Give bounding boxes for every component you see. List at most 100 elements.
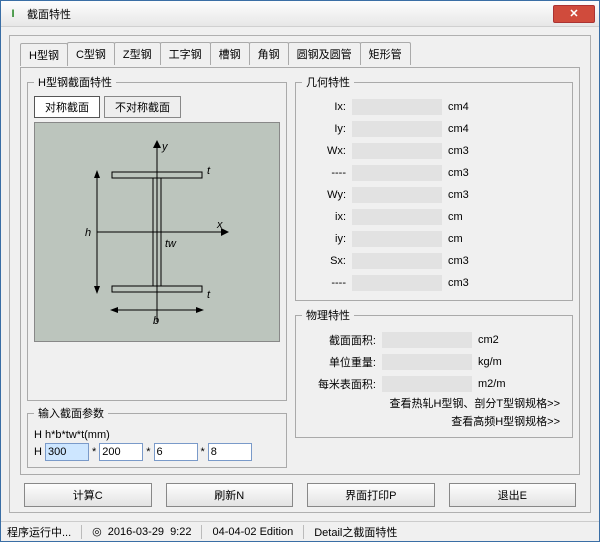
tab-content: H型钢截面特性 对称截面 不对称截面 y	[20, 67, 580, 475]
main-panel: H型钢 C型钢 Z型钢 工字钢 槽钢 角钢 圆钢及圆管 矩形管 H型钢截面特性 …	[9, 35, 591, 513]
geo-unit: cm4	[448, 101, 488, 113]
symmetric-button[interactable]: 对称截面	[34, 96, 100, 118]
param-h-input[interactable]	[45, 443, 89, 461]
geo-value	[352, 99, 442, 115]
geo-value	[352, 121, 442, 137]
geo-label: Wx:	[302, 145, 352, 157]
svg-text:y: y	[161, 141, 169, 153]
status-detail: Detail之截面特性	[314, 524, 397, 540]
tab-channel[interactable]: 槽钢	[210, 42, 250, 65]
window-body: H型钢 C型钢 Z型钢 工字钢 槽钢 角钢 圆钢及圆管 矩形管 H型钢截面特性 …	[1, 27, 599, 521]
high-freq-link[interactable]: 查看高频H型钢规格>>	[302, 413, 560, 431]
app-window: I 截面特性 ✕ H型钢 C型钢 Z型钢 工字钢 槽钢 角钢 圆钢及圆管 矩形管…	[0, 0, 600, 542]
tab-i-steel[interactable]: 工字钢	[160, 42, 211, 65]
phys-unit: kg/m	[478, 356, 518, 368]
geo-row: Sx: cm3	[302, 250, 566, 272]
geo-row: iy: cm	[302, 228, 566, 250]
param-tw-input[interactable]	[154, 443, 198, 461]
svg-text:h: h	[85, 227, 91, 239]
clock-icon: ◎	[92, 525, 102, 538]
param-formula: H h*b*tw*t(mm)	[34, 429, 280, 441]
geo-unit: cm3	[448, 189, 488, 201]
section-group-label: H型钢截面特性	[34, 74, 116, 90]
tab-h-steel[interactable]: H型钢	[20, 43, 68, 66]
section-tabs: H型钢 C型钢 Z型钢 工字钢 槽钢 角钢 圆钢及圆管 矩形管	[20, 42, 580, 65]
geo-value	[352, 275, 442, 291]
svg-text:b: b	[153, 315, 159, 327]
geo-value	[352, 143, 442, 159]
geo-unit: cm3	[448, 145, 488, 157]
param-prefix: H	[34, 446, 42, 458]
geo-unit: cm4	[448, 123, 488, 135]
geo-row: Wx: cm3	[302, 140, 566, 162]
physical-group: 物理特性 截面面积: cm2 单位重量: kg/m 每米表面积:m2/m 查看热轧H型钢…	[295, 307, 573, 438]
phys-row: 单位重量: kg/m	[302, 351, 566, 373]
geometry-group: 几何特性 Ix:cm4Iy:cm4 Wx: cm3 ---- cm3 Wy: cm3 ix: c…	[295, 74, 573, 301]
titlebar: I 截面特性 ✕	[1, 1, 599, 27]
phys-unit: cm2	[478, 334, 518, 346]
param-row: H * * *	[34, 443, 280, 461]
status-bar: 程序运行中... ◎ 2016-03-29 9:22 04-04-02 Edit…	[1, 521, 599, 541]
geo-row: ---- cm3	[302, 272, 566, 294]
symmetry-buttons: 对称截面 不对称截面	[34, 96, 280, 118]
param-t-input[interactable]	[208, 443, 252, 461]
status-edition: 04-04-02 Edition	[212, 526, 293, 538]
geo-row: ix: cm	[302, 206, 566, 228]
phys-label: 单位重量:	[302, 354, 382, 370]
phys-value	[382, 376, 472, 392]
action-buttons: 计算C 刷新N 界面打印P 退出E	[20, 483, 580, 507]
tab-c-steel[interactable]: C型钢	[67, 42, 115, 65]
geo-value	[352, 165, 442, 181]
left-column: H型钢截面特性 对称截面 不对称截面 y	[27, 74, 287, 468]
geo-label: ----	[302, 277, 352, 289]
status-running: 程序运行中...	[7, 524, 71, 540]
param-b-input[interactable]	[99, 443, 143, 461]
phys-row: 每米表面积:m2/m	[302, 373, 566, 395]
h-beam-icon: y x tw t t h	[67, 132, 247, 332]
section-group: H型钢截面特性 对称截面 不对称截面 y	[27, 74, 287, 401]
phys-label: 截面面积:	[302, 332, 382, 348]
geo-row: Iy:cm4	[302, 118, 566, 140]
hot-rolled-link[interactable]: 查看热轧H型钢、剖分T型钢规格>>	[302, 395, 560, 413]
geo-label: Sx:	[302, 255, 352, 267]
geo-label: Wy:	[302, 189, 352, 201]
geo-row: Wy: cm3	[302, 184, 566, 206]
geo-label: iy:	[302, 233, 352, 245]
app-icon: I	[5, 6, 21, 22]
physical-group-label: 物理特性	[302, 307, 354, 323]
close-icon: ✕	[569, 7, 578, 20]
phys-row: 截面面积: cm2	[302, 329, 566, 351]
geo-unit: cm	[448, 233, 488, 245]
svg-text:t: t	[207, 165, 211, 177]
geo-value	[352, 253, 442, 269]
geo-value	[352, 187, 442, 203]
geo-label: ----	[302, 167, 352, 179]
param-group-label: 输入截面参数	[34, 405, 108, 421]
geo-unit: cm3	[448, 167, 488, 179]
window-title: 截面特性	[27, 6, 553, 22]
section-diagram: y x tw t t h	[34, 122, 280, 342]
geo-unit: cm	[448, 211, 488, 223]
phys-value	[382, 354, 472, 370]
refresh-button[interactable]: 刷新N	[166, 483, 294, 507]
geo-value	[352, 209, 442, 225]
phys-value	[382, 332, 472, 348]
svg-text:tw: tw	[165, 238, 177, 250]
tab-z-steel[interactable]: Z型钢	[114, 42, 161, 65]
asymmetric-button[interactable]: 不对称截面	[104, 96, 181, 118]
tab-round[interactable]: 圆钢及圆管	[288, 42, 361, 65]
geo-label: ix:	[302, 211, 352, 223]
spec-links: 查看热轧H型钢、剖分T型钢规格>> 查看高频H型钢规格>>	[302, 395, 566, 431]
print-button[interactable]: 界面打印P	[307, 483, 435, 507]
tab-rect[interactable]: 矩形管	[360, 42, 411, 65]
exit-button[interactable]: 退出E	[449, 483, 577, 507]
geo-row: ---- cm3	[302, 162, 566, 184]
geometry-group-label: 几何特性	[302, 74, 354, 90]
geo-unit: cm3	[448, 277, 488, 289]
geo-row: Ix:cm4	[302, 96, 566, 118]
calc-button[interactable]: 计算C	[24, 483, 152, 507]
geo-unit: cm3	[448, 255, 488, 267]
tab-angle[interactable]: 角钢	[249, 42, 289, 65]
right-column: 几何特性 Ix:cm4Iy:cm4 Wx: cm3 ---- cm3 Wy: cm3 ix: c…	[295, 74, 573, 468]
close-button[interactable]: ✕	[553, 5, 595, 23]
